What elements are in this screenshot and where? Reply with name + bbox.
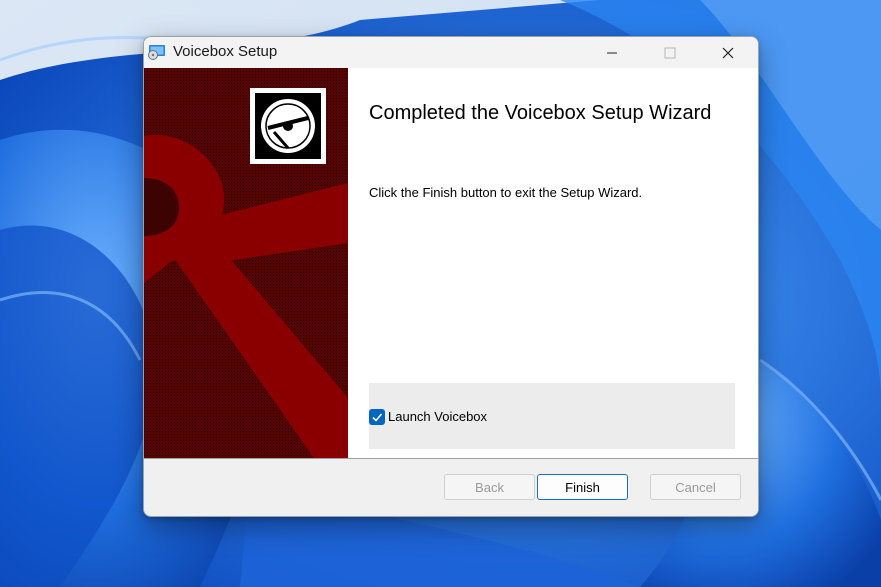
launch-checkbox[interactable] [369, 409, 385, 425]
wizard-footer: Back Finish Cancel [144, 459, 758, 516]
minimize-button[interactable] [584, 37, 640, 68]
wizard-content: Completed the Voicebox Setup Wizard Clic… [144, 68, 758, 458]
wizard-banner [144, 68, 348, 458]
installer-disc-icon [148, 44, 166, 60]
launch-option-panel: Launch Voicebox [369, 383, 735, 449]
maximize-icon [664, 47, 676, 58]
finish-button[interactable]: Finish [537, 474, 628, 500]
wizard-description: Click the Finish button to exit the Setu… [369, 185, 643, 200]
cancel-button: Cancel [650, 474, 741, 500]
title-bar[interactable]: Voicebox Setup [144, 37, 758, 68]
launch-checkbox-label[interactable]: Launch Voicebox [388, 409, 487, 424]
setup-window: Voicebox Setup Completed the Voicebox Se… [143, 36, 759, 517]
window-title: Voicebox Setup [173, 43, 278, 60]
back-button: Back [444, 474, 535, 500]
wizard-heading: Completed the Voicebox Setup Wizard [369, 102, 712, 124]
maximize-button [642, 37, 698, 68]
checkmark-icon [372, 413, 383, 422]
close-button[interactable] [700, 37, 756, 68]
disc-icon [250, 88, 326, 164]
close-icon [722, 47, 734, 58]
minimize-icon [607, 52, 617, 53]
